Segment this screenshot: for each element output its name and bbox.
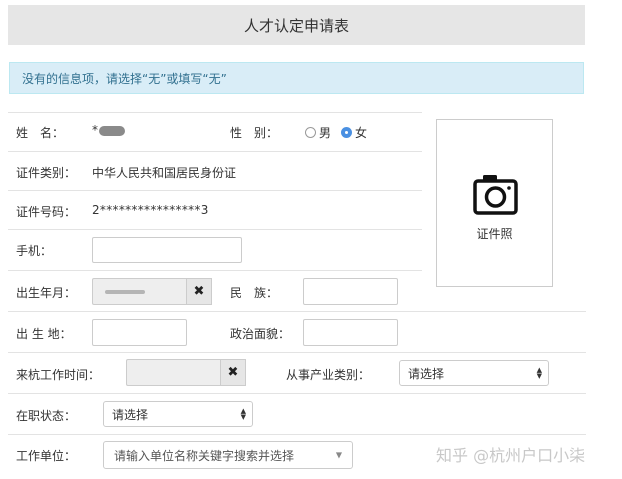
industry-select[interactable]: 请选择 ▲ ▼ — [399, 360, 549, 386]
id-photo-upload[interactable]: 证件照 — [436, 119, 553, 287]
political-status-label: 政治面貌： — [230, 327, 291, 341]
select-arrows-icon: ▲ ▼ — [240, 407, 246, 421]
row-divider — [8, 190, 422, 191]
row-divider — [8, 270, 422, 271]
birthplace-input[interactable] — [92, 319, 187, 346]
watermark: 知乎 @杭州户口小柒 — [436, 446, 586, 465]
birth-date-redaction — [105, 290, 145, 294]
select-arrows-icon: ▲ ▼ — [536, 366, 542, 380]
radio-checked-icon[interactable] — [341, 127, 352, 138]
id-number-value: 2****************3 — [92, 203, 209, 217]
ethnicity-input[interactable] — [303, 278, 398, 305]
industry-select-value: 请选择 — [408, 366, 445, 381]
employment-status-select-value: 请选择 — [112, 407, 149, 422]
birth-date-input[interactable] — [92, 278, 187, 305]
birthplace-label: 出 生 地： — [16, 327, 72, 341]
political-status-input[interactable] — [303, 319, 398, 346]
employment-status-select[interactable]: 请选择 ▲ ▼ — [103, 401, 253, 427]
row-divider — [8, 393, 586, 394]
clear-icon: ✖ — [193, 284, 205, 299]
clear-icon: ✖ — [227, 365, 239, 380]
gender-option-female[interactable]: 女 — [341, 124, 367, 141]
row-divider — [8, 434, 586, 435]
name-value: * — [92, 123, 125, 137]
radio-unchecked-icon[interactable] — [305, 127, 316, 138]
page-title-text: 人才认定申请表 — [243, 16, 349, 35]
row-divider — [8, 311, 586, 312]
gender-option-label: 男 — [319, 126, 332, 140]
id-type-value: 中华人民共和国居民身份证 — [92, 166, 237, 180]
gender-option-label: 女 — [355, 126, 368, 140]
row-divider — [8, 151, 422, 152]
phone-input[interactable] — [92, 237, 242, 263]
gender-option-male[interactable]: 男 — [305, 124, 331, 141]
ethnicity-label: 民 族： — [230, 286, 279, 300]
row-divider — [8, 229, 422, 230]
work-start-date-clear-button[interactable]: ✖ — [220, 359, 246, 386]
name-label: 姓 名： — [16, 126, 65, 140]
name-redaction — [99, 125, 125, 136]
id-number-label: 证件号码： — [16, 205, 77, 219]
name-value-text: * — [92, 123, 98, 137]
employer-search-placeholder: 请输入单位名称关键字搜索并选择 — [114, 448, 295, 463]
employer-search-select[interactable]: 请输入单位名称关键字搜索并选择 ▼ — [103, 441, 353, 469]
phone-label: 手机： — [16, 244, 53, 258]
info-notice: 没有的信息项，请选择“无”或填写“无” — [9, 62, 584, 94]
work-start-date-label: 来杭工作时间： — [16, 368, 101, 382]
employment-status-label: 在职状态： — [16, 409, 77, 423]
id-type-label: 证件类别： — [16, 166, 77, 180]
camera-icon — [473, 175, 518, 215]
row-divider — [8, 112, 422, 113]
birth-date-clear-button[interactable]: ✖ — [186, 278, 212, 305]
employer-label: 工作单位： — [16, 449, 77, 463]
info-notice-text: 没有的信息项，请选择“无”或填写“无” — [22, 71, 227, 86]
page-title: 人才认定申请表 — [8, 5, 585, 45]
gender-label: 性 别： — [230, 126, 279, 140]
row-divider — [8, 352, 586, 353]
industry-label: 从事产业类别： — [286, 368, 371, 382]
chevron-down-icon: ▼ — [335, 450, 342, 460]
birth-date-label: 出生年月： — [16, 286, 77, 300]
id-photo-label: 证件照 — [476, 227, 513, 241]
work-start-date-input[interactable] — [126, 359, 221, 386]
